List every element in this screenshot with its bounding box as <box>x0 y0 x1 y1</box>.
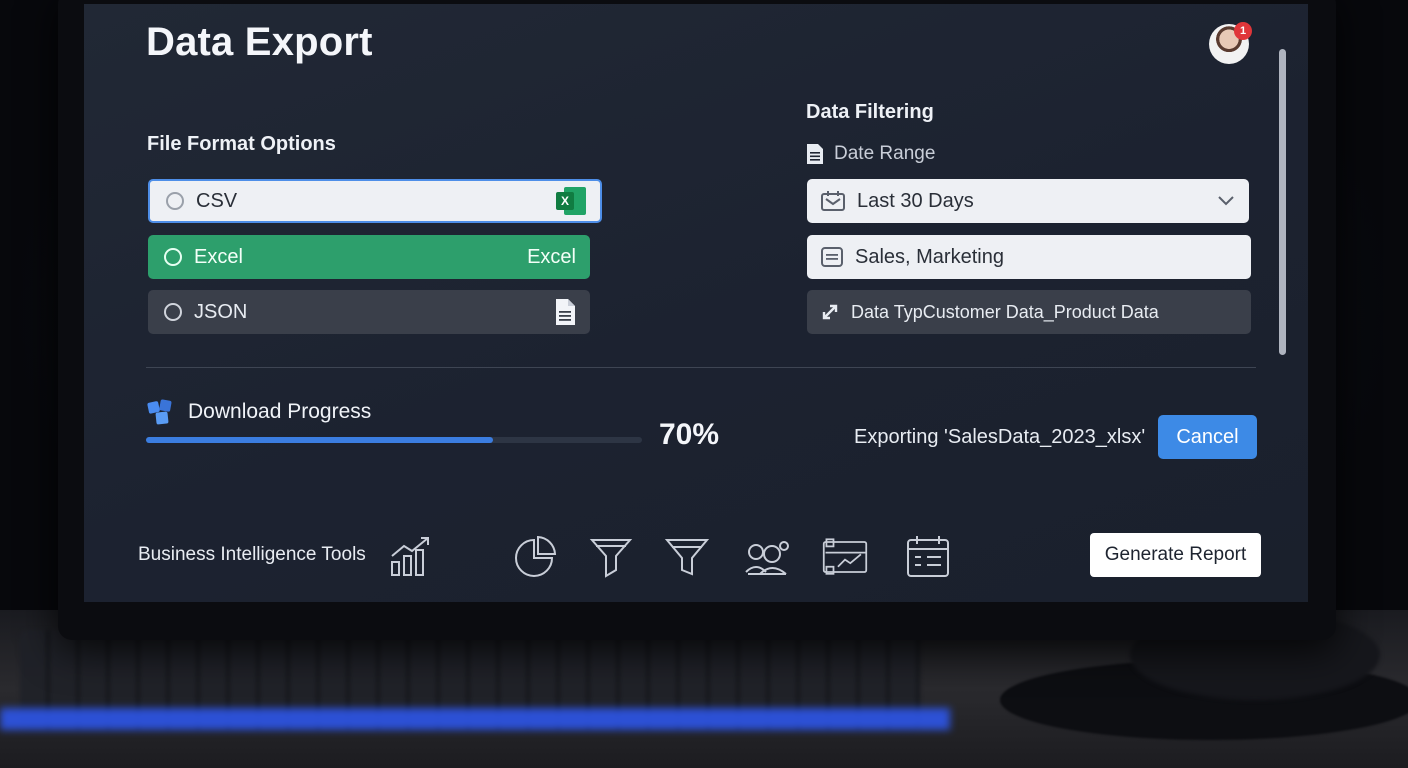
cancel-button[interactable]: Cancel <box>1158 415 1257 459</box>
pie-chart-icon[interactable] <box>512 534 558 580</box>
date-range-label-text: Date Range <box>834 143 936 164</box>
export-status-text: Exporting 'SalesData_2023_xlsx' <box>854 426 1146 448</box>
calendar-icon <box>821 191 845 211</box>
filter-icon[interactable] <box>588 534 634 580</box>
format-option-excel[interactable]: Excel Excel <box>148 235 590 279</box>
bi-tools-label: Business Intelligence Tools <box>138 544 366 565</box>
list-icon <box>821 247 843 267</box>
radio-excel[interactable] <box>164 248 182 266</box>
format-option-badge: Excel <box>527 245 576 268</box>
document-icon <box>807 144 823 164</box>
funnel-icon[interactable] <box>664 534 710 580</box>
radio-csv[interactable] <box>166 192 184 210</box>
keyboard-glow <box>0 708 950 730</box>
chevron-down-icon <box>1218 196 1234 206</box>
date-range-value: Last 30 Days <box>857 189 974 212</box>
download-progress-label: Download Progress <box>188 400 372 423</box>
progress-percent: 70% <box>659 418 720 451</box>
format-option-label: Excel <box>194 245 243 268</box>
blocks-icon <box>147 399 172 425</box>
file-format-section-label: File Format Options <box>147 133 336 155</box>
data-filtering-section-label: Data Filtering <box>806 101 934 123</box>
generate-report-button[interactable]: Generate Report <box>1090 533 1261 577</box>
section-divider <box>146 367 1256 368</box>
calendar-icon[interactable] <box>905 534 951 580</box>
line-chart-icon[interactable] <box>388 534 434 580</box>
excel-icon: X <box>556 187 586 215</box>
page-title: Data Export <box>146 20 373 64</box>
download-progress-title: Download Progress <box>146 398 371 426</box>
format-option-label: JSON <box>194 300 248 323</box>
notification-badge: 1 <box>1234 22 1252 40</box>
expand-icon <box>822 304 838 320</box>
format-option-csv[interactable]: CSV X <box>148 179 602 223</box>
category-filter-input[interactable]: Sales, Marketing <box>807 235 1251 279</box>
scrollbar[interactable] <box>1279 49 1286 355</box>
document-icon <box>556 299 575 325</box>
data-type-filter-value: Data TypCustomer Data_Product Data <box>851 301 1159 322</box>
date-range-select[interactable]: Last 30 Days <box>807 179 1249 223</box>
progress-bar <box>146 437 642 443</box>
category-filter-value: Sales, Marketing <box>855 245 1004 268</box>
app-screen: Data Export 1 File Format Options CSV X … <box>84 4 1308 602</box>
users-icon[interactable] <box>744 534 790 580</box>
format-option-json[interactable]: JSON <box>148 290 590 334</box>
data-type-filter-input[interactable]: Data TypCustomer Data_Product Data <box>807 290 1251 334</box>
progress-bar-fill <box>146 437 494 443</box>
dashboard-icon[interactable] <box>822 534 868 580</box>
radio-json[interactable] <box>164 303 182 321</box>
date-range-label: Date Range <box>806 143 935 165</box>
format-option-label: CSV <box>196 189 238 212</box>
